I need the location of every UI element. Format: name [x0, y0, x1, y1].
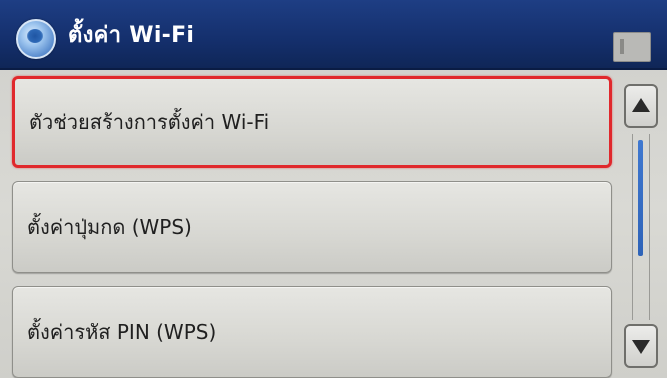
menu-item-pin-code-wps[interactable]: ตั้งค่ารหัส PIN (WPS) — [12, 286, 612, 378]
page-title: ตั้งค่า Wi-Fi — [68, 23, 195, 48]
menu-item-label: ตัวช่วยสร้างการตั้งค่า Wi-Fi — [29, 110, 270, 134]
menu-item-label: ตั้งค่ารหัส PIN (WPS) — [27, 320, 217, 344]
scroll-up-button[interactable] — [624, 84, 658, 128]
globe-icon — [16, 19, 56, 59]
scroll-down-button[interactable] — [624, 324, 658, 368]
status-indicator-icon — [613, 32, 651, 62]
scrollbar-thumb[interactable] — [638, 140, 643, 256]
menu-item-wifi-setup-wizard[interactable]: ตัวช่วยสร้างการตั้งค่า Wi-Fi — [12, 76, 612, 168]
arrow-down-icon — [632, 340, 650, 354]
header-bar: ตั้งค่า Wi-Fi — [0, 0, 667, 70]
menu-item-push-button-wps[interactable]: ตั้งค่าปุ่มกด (WPS) — [12, 181, 612, 273]
wifi-settings-screen: ตั้งค่า Wi-Fi ตัวช่วยสร้างการตั้งค่า Wi-… — [0, 0, 667, 378]
menu-item-label: ตั้งค่าปุ่มกด (WPS) — [27, 215, 192, 239]
arrow-up-icon — [632, 98, 650, 112]
